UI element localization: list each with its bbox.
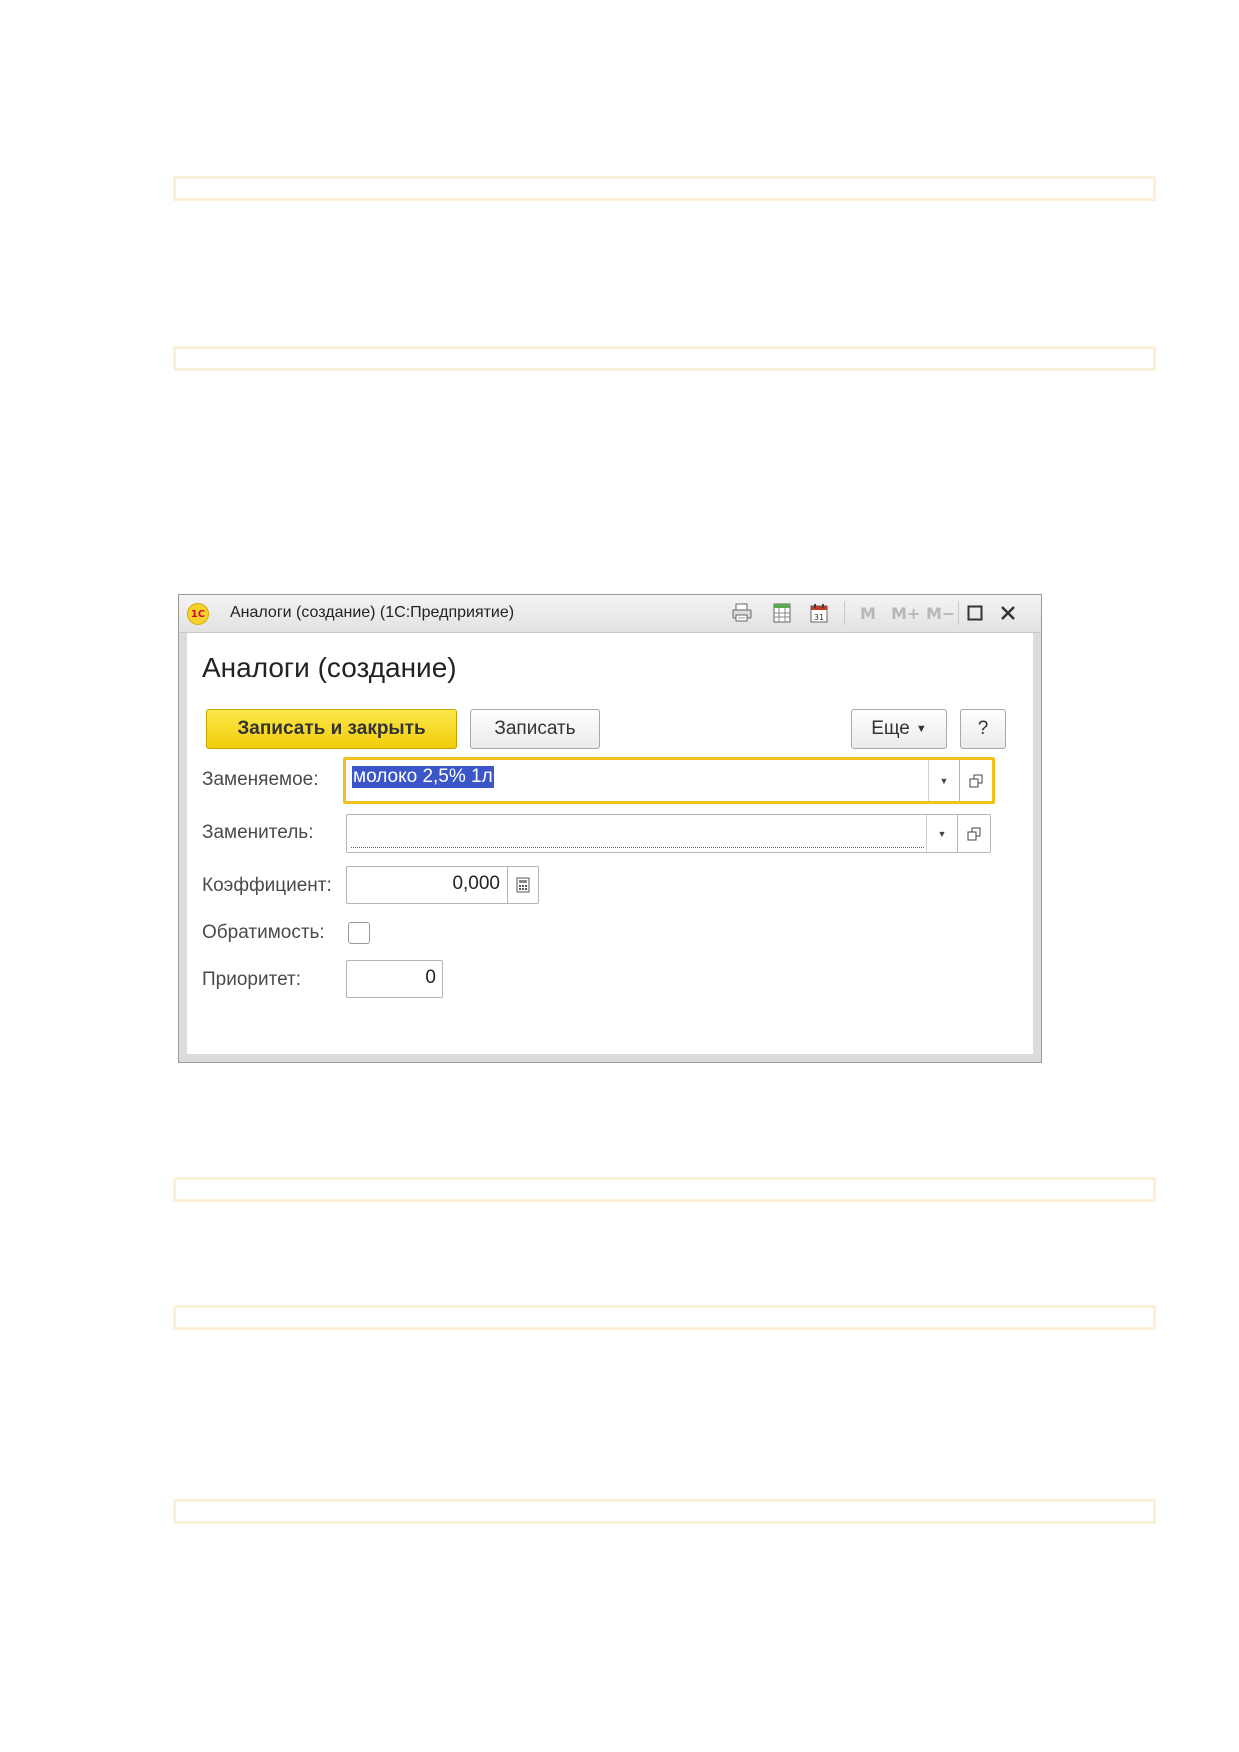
page-band-2	[173, 346, 1156, 371]
open-form-icon	[969, 774, 983, 787]
close-icon[interactable]	[996, 601, 1020, 625]
coefficient-value: 0,000	[452, 873, 500, 894]
page-band-3	[173, 1177, 1156, 1202]
priority-field[interactable]: 0	[346, 960, 443, 998]
form-content: Аналоги (создание) Записать и закрыть За…	[187, 633, 1033, 1054]
chevron-down-icon: ▼	[939, 775, 949, 786]
save-and-close-button[interactable]: Записать и закрыть	[206, 709, 457, 749]
chevron-down-icon: ▼	[915, 723, 927, 735]
priority-label: Приоритет:	[202, 969, 301, 990]
calendar-icon[interactable]: 31	[807, 601, 831, 625]
toolbar-divider	[958, 601, 959, 625]
save-and-close-label: Записать и закрыть	[237, 718, 426, 739]
page-band-5	[173, 1499, 1156, 1524]
app-logo-icon: 1С	[187, 603, 209, 625]
save-button[interactable]: Записать	[470, 709, 600, 749]
maximize-icon[interactable]	[963, 601, 987, 625]
save-label: Записать	[494, 718, 576, 739]
more-label: Еще	[871, 718, 910, 739]
calculator-icon	[516, 877, 530, 893]
help-button[interactable]: ?	[960, 709, 1006, 749]
more-button[interactable]: Еще ▼	[851, 709, 947, 749]
svg-text:31: 31	[814, 613, 824, 622]
reversibility-label: Обратимость:	[202, 922, 325, 943]
open-form-icon	[967, 827, 981, 840]
page-band-4	[173, 1305, 1156, 1330]
print-icon[interactable]	[730, 601, 754, 625]
replacement-dropdown-button[interactable]: ▼	[926, 815, 957, 852]
form-title: Аналоги (создание)	[202, 652, 457, 683]
replaceable-dropdown-button[interactable]: ▼	[928, 760, 959, 801]
replaceable-field[interactable]: молоко 2,5% 1л ▼	[343, 757, 995, 804]
required-underline	[351, 847, 924, 848]
replaceable-value: молоко 2,5% 1л	[352, 766, 494, 788]
window-titlebar[interactable]: 1С Аналоги (создание) (1С:Предприятие) 3…	[179, 595, 1041, 633]
replaceable-open-button[interactable]	[959, 760, 992, 801]
memory-m-button[interactable]: M	[860, 604, 876, 623]
spreadsheet-icon[interactable]	[770, 601, 794, 625]
replacement-open-button[interactable]	[957, 815, 990, 852]
window-title: Аналоги (создание) (1С:Предприятие)	[230, 604, 515, 621]
priority-value: 0	[425, 967, 436, 988]
calculator-button[interactable]	[507, 867, 538, 903]
replacement-field[interactable]: ▼	[346, 814, 991, 853]
reversibility-checkbox[interactable]	[348, 922, 370, 944]
form-window: 1С Аналоги (создание) (1С:Предприятие) 3…	[178, 594, 1042, 1063]
coefficient-field[interactable]: 0,000	[346, 866, 539, 904]
toolbar-divider	[844, 601, 845, 625]
page-band-1	[173, 176, 1156, 201]
memory-m-minus-button[interactable]: M−	[926, 604, 955, 623]
coefficient-label: Коэффициент:	[202, 875, 332, 896]
replaceable-label: Заменяемое:	[202, 769, 319, 790]
replacement-label: Заменитель:	[202, 822, 314, 843]
chevron-down-icon: ▼	[937, 828, 947, 839]
help-label: ?	[977, 718, 989, 739]
memory-m-plus-button[interactable]: M+	[891, 604, 920, 623]
